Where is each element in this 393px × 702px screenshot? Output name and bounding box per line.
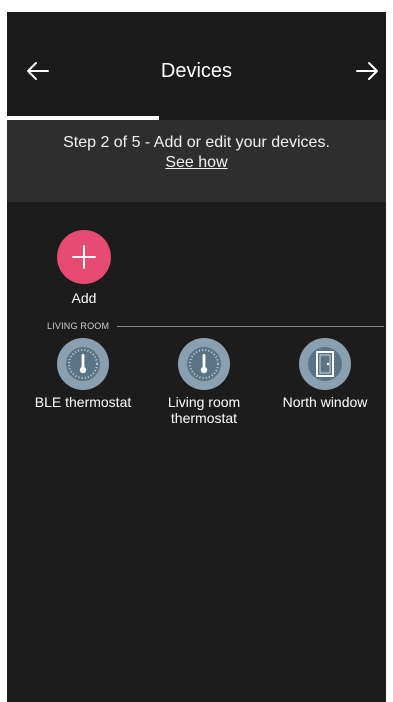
- section-label: LIVING ROOM: [47, 321, 110, 331]
- device-ble-thermostat[interactable]: BLE thermostat: [28, 338, 138, 410]
- add-device-button[interactable]: Add: [51, 230, 117, 306]
- thermostat-icon: [66, 347, 100, 381]
- window-contact-icon: [308, 347, 342, 381]
- device-icon-ring: [299, 338, 351, 390]
- section-header-living-room: LIVING ROOM: [47, 321, 386, 333]
- thermostat-icon: [187, 347, 221, 381]
- step-banner: Step 2 of 5 - Add or edit your devices. …: [7, 120, 386, 202]
- app-screen: Devices Step 2 of 5 - Add or edit your d…: [7, 12, 386, 702]
- next-button[interactable]: [352, 56, 382, 86]
- device-name: BLE thermostat: [34, 394, 132, 410]
- device-icon-ring: [178, 338, 230, 390]
- device-living-room-thermostat[interactable]: Living room thermostat: [149, 338, 259, 426]
- see-how-link[interactable]: See how: [7, 154, 386, 172]
- add-label: Add: [71, 290, 97, 306]
- plus-icon: [72, 245, 96, 269]
- page-title: Devices: [160, 60, 233, 82]
- step-text: Step 2 of 5 - Add or edit your devices.: [63, 134, 330, 151]
- arrow-right-icon: [356, 62, 378, 80]
- add-circle: [57, 230, 111, 284]
- top-bar: Devices: [7, 12, 386, 120]
- device-north-window[interactable]: North window: [270, 338, 380, 410]
- section-divider: [117, 326, 384, 327]
- device-name: North window: [282, 394, 368, 410]
- device-icon-ring: [57, 338, 109, 390]
- device-name: Living room thermostat: [167, 394, 241, 426]
